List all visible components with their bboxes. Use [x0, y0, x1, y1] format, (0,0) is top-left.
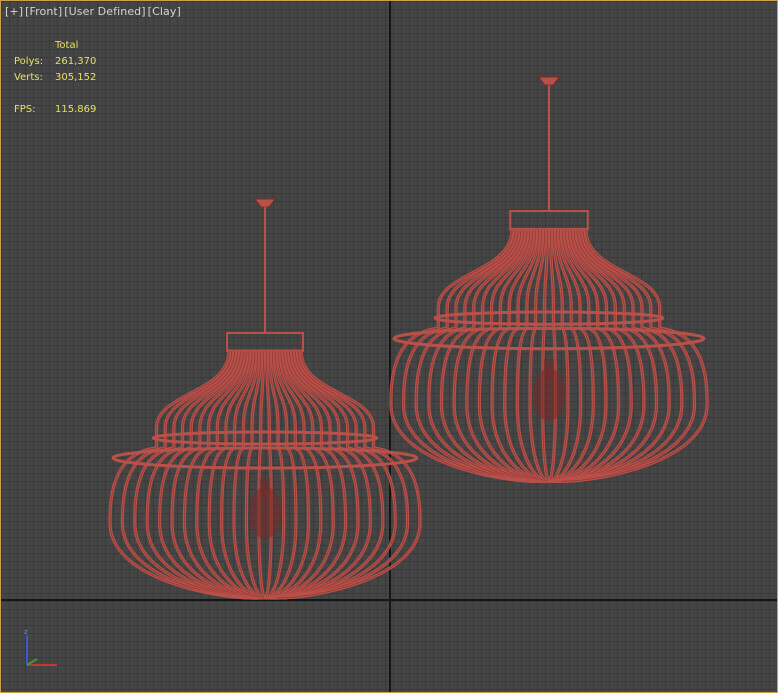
viewport-front[interactable]: [+] [Front] [User Defined] [Clay] Total Pol…	[0, 0, 778, 693]
pendant-lamp-left[interactable]	[108, 198, 422, 600]
pendant-lamp-right[interactable]	[389, 76, 709, 483]
axis-gizmo-icon: z	[24, 629, 57, 666]
scene-canvas	[108, 76, 709, 600]
svg-text:z: z	[24, 629, 28, 636]
